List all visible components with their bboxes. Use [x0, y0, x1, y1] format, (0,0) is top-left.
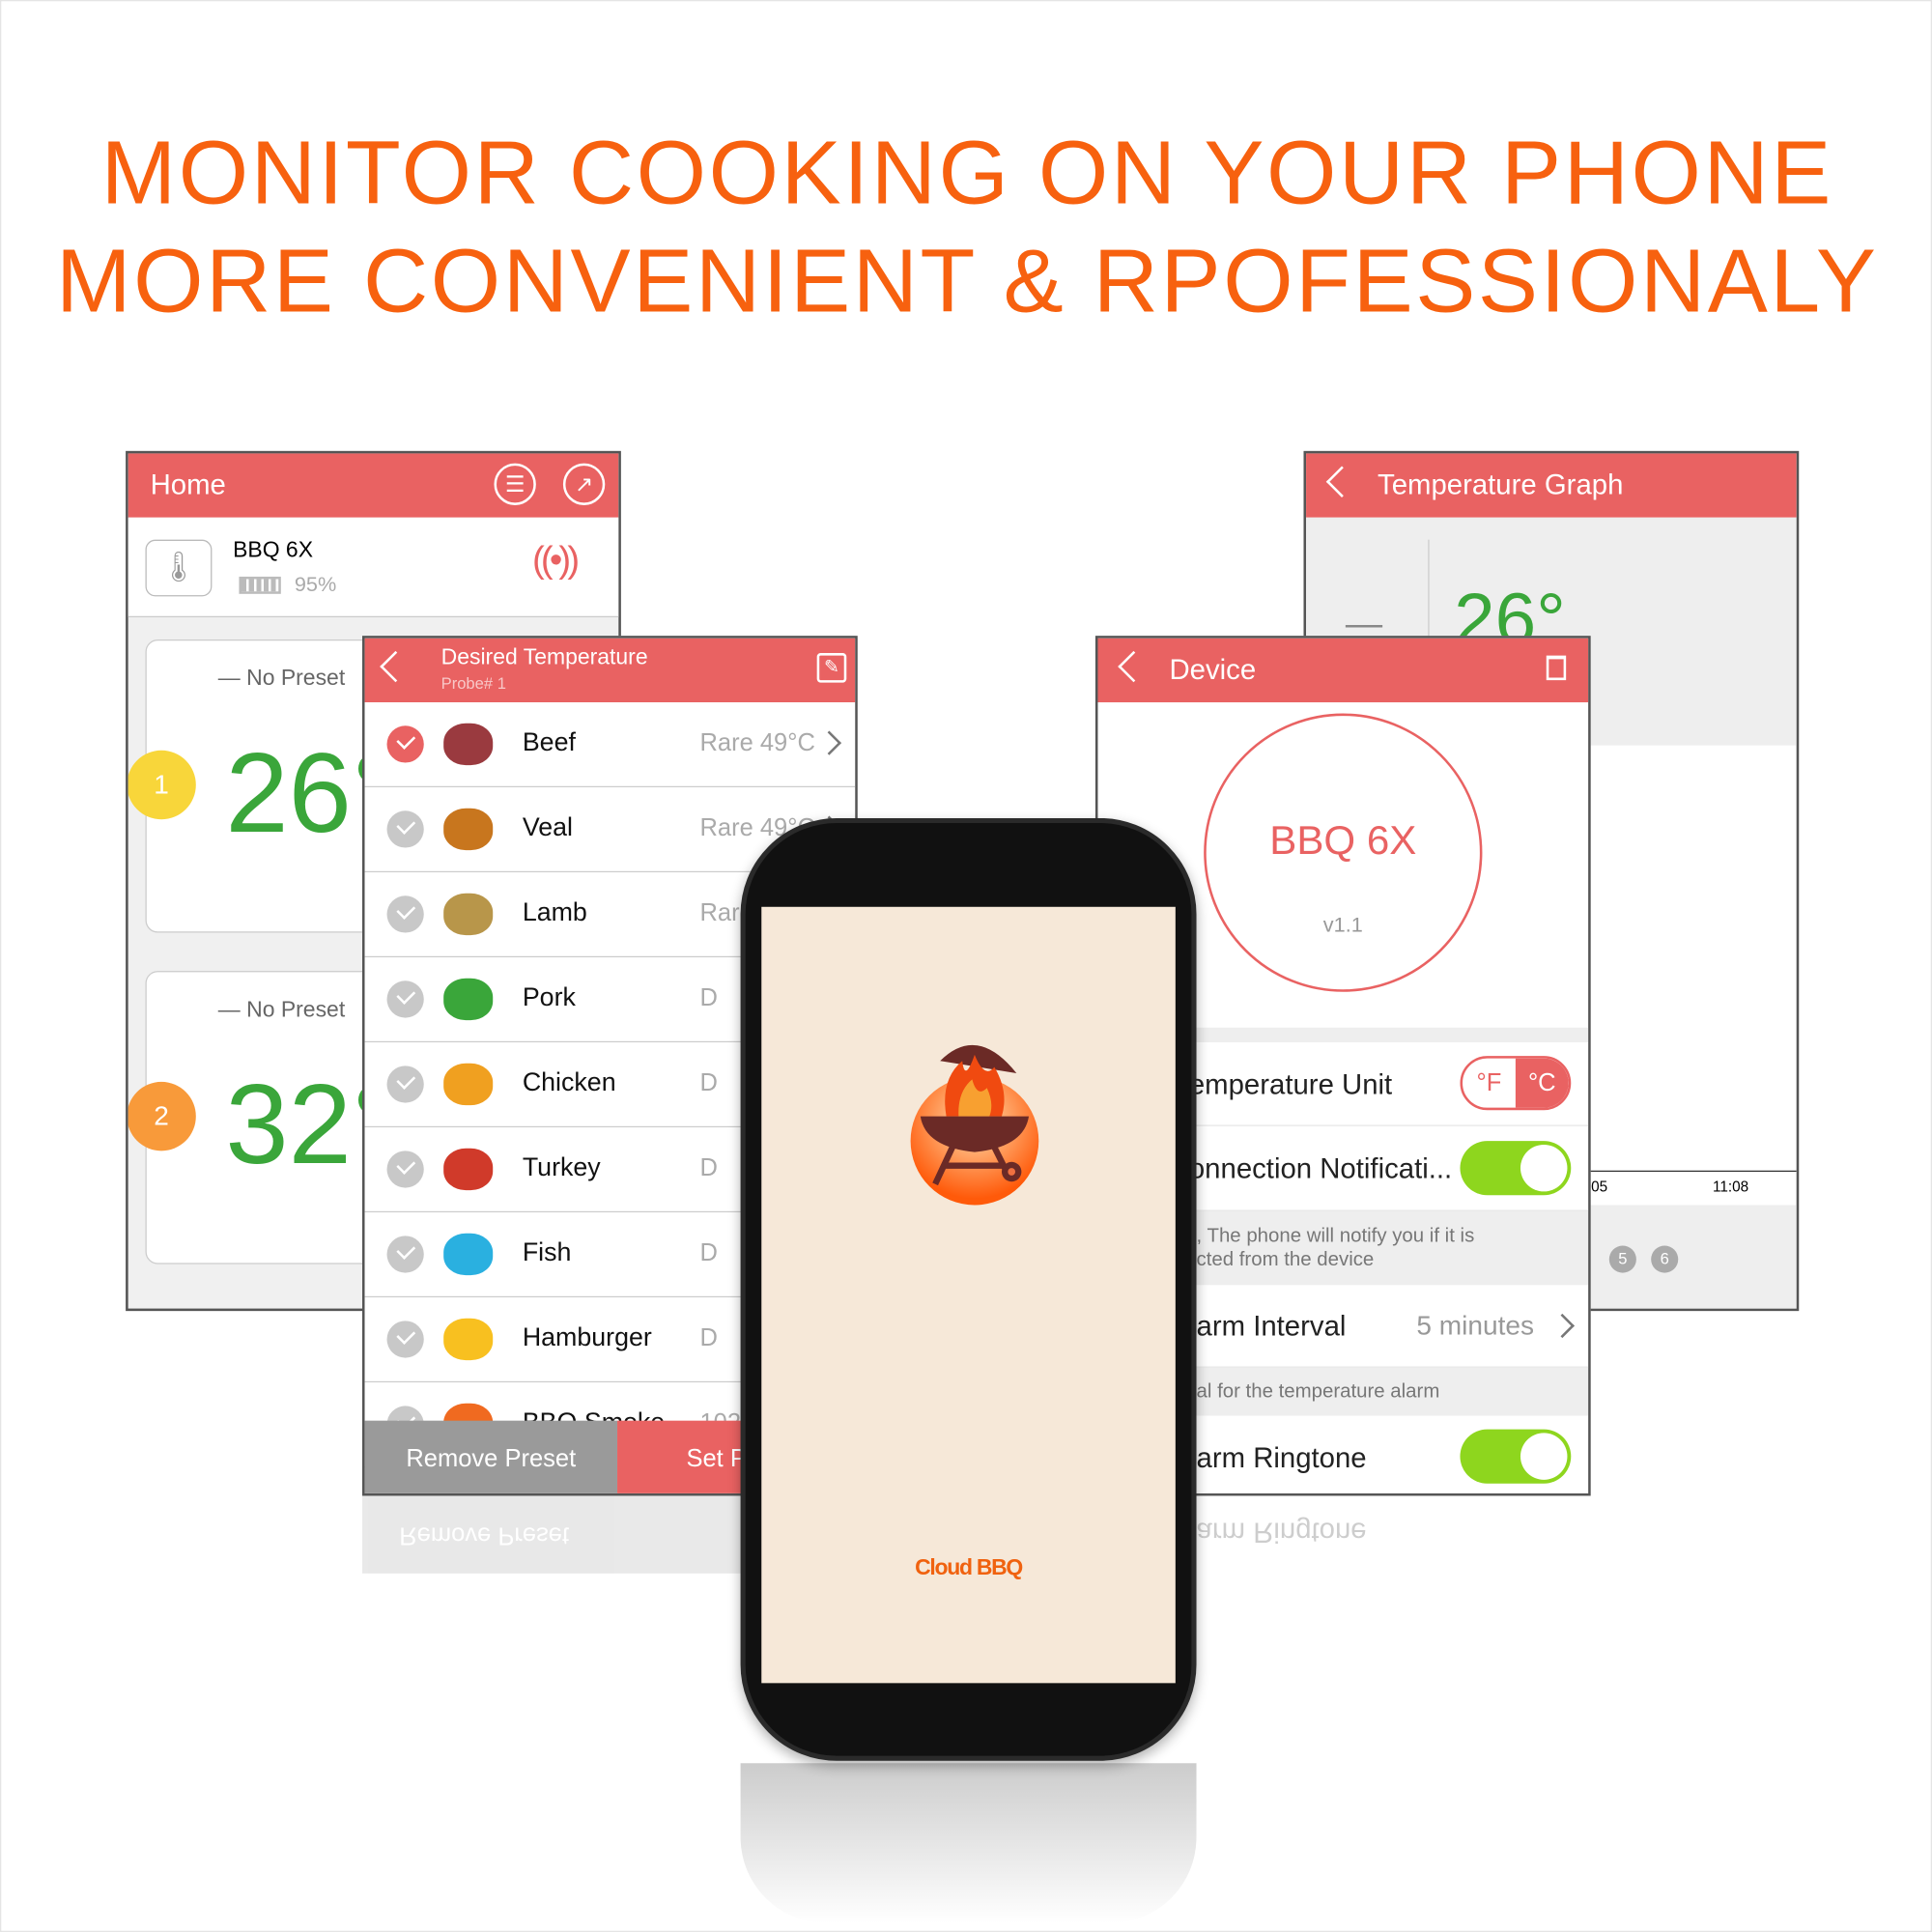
device-version: v1.1	[1322, 913, 1363, 937]
device-header: Device	[1097, 638, 1589, 703]
food-name: Lamb	[522, 897, 587, 927]
alarm-ringtone-label: arm Ringtone	[1196, 1441, 1367, 1474]
probe-badge: 2	[128, 1081, 196, 1151]
probe-badge: 1	[128, 750, 196, 820]
preset-text: No Preset	[246, 996, 346, 1022]
graph-title: Temperature Graph	[1378, 468, 1624, 500]
food-doneness: D	[699, 1239, 718, 1267]
desc-line: cted from the device	[1196, 1249, 1375, 1271]
desired-title: Desired Temperature	[440, 644, 648, 669]
device-name: BBQ 6X	[233, 537, 314, 562]
trash-icon[interactable]	[1546, 655, 1567, 681]
turkey-icon	[443, 1148, 494, 1191]
x-tick: 11:08	[1712, 1178, 1749, 1196]
alarm-interval-label: arm Interval	[1196, 1309, 1347, 1343]
probe-circle[interactable]: 6	[1651, 1245, 1679, 1273]
connection-toggle[interactable]	[1460, 1141, 1572, 1196]
headline-line-2: MORE CONVENIENT & RPOFESSIONALY	[56, 231, 1879, 332]
preset-text: No Preset	[246, 665, 346, 691]
ringtone-toggle[interactable]	[1460, 1429, 1572, 1484]
promo-canvas: MONITOR COOKING ON YOUR PHONE MORE CONVE…	[0, 0, 1932, 1932]
trend-chart-icon[interactable]: ↗	[562, 463, 606, 505]
device-circle: BBQ 6X v1.1	[1204, 713, 1483, 992]
unit-switch[interactable]: °F °C	[1460, 1056, 1572, 1111]
check-icon[interactable]	[386, 980, 424, 1018]
food-name: Chicken	[522, 1067, 616, 1097]
pork-icon	[443, 978, 494, 1021]
headline-line-1: MONITOR COOKING ON YOUR PHONE	[100, 123, 1833, 223]
food-doneness: D	[699, 1154, 718, 1182]
reflection-remove-preset: Remove Preset	[361, 1495, 741, 1574]
home-title: Home	[150, 468, 226, 500]
check-icon[interactable]	[386, 725, 424, 763]
check-icon[interactable]	[386, 1236, 424, 1273]
food-doneness: Rare 49°C	[699, 729, 815, 757]
brand-name: Cloud BBQ	[915, 1554, 1023, 1580]
device-name: BBQ 6X	[1269, 816, 1417, 863]
desc-line: , The phone will notify you if it is	[1196, 1226, 1475, 1247]
back-icon[interactable]	[380, 650, 412, 683]
back-icon[interactable]	[1325, 466, 1358, 497]
check-icon[interactable]	[386, 1065, 424, 1103]
food-name: Beef	[522, 727, 576, 757]
reflection-ringtone: arm Ringtone	[1196, 1517, 1367, 1549]
food-doneness: D	[699, 1324, 718, 1352]
hamburger-icon	[443, 1318, 494, 1361]
chevron-right-icon	[1549, 1313, 1575, 1339]
probe-preset: — No Preset	[217, 665, 346, 691]
fish-icon	[443, 1233, 494, 1276]
lamb-icon	[443, 893, 494, 936]
probe-circle[interactable]: 5	[1608, 1245, 1636, 1273]
battery-percent: 95%	[294, 573, 337, 597]
food-name: Turkey	[522, 1152, 601, 1182]
unit-f[interactable]: °F	[1463, 1059, 1516, 1108]
connection-label: onnection Notificati...	[1188, 1151, 1453, 1184]
food-name: Veal	[522, 812, 573, 842]
food-doneness: D	[699, 1069, 718, 1097]
check-icon[interactable]	[386, 1321, 424, 1358]
food-name: Fish	[522, 1237, 572, 1267]
check-icon[interactable]	[386, 810, 424, 848]
chicken-icon	[443, 1063, 494, 1106]
device-title: Device	[1169, 653, 1257, 686]
phone: Cloud BBQ	[740, 817, 1197, 1761]
back-icon[interactable]	[1118, 650, 1150, 683]
food-name: Pork	[522, 982, 576, 1012]
grill-logo-icon	[910, 1044, 1039, 1206]
list-icon[interactable]: ☰	[494, 463, 536, 505]
chevron-right-icon	[816, 730, 842, 755]
probe-preset: — No Preset	[217, 996, 346, 1022]
edit-icon[interactable]: ✎	[816, 653, 847, 683]
phone-reflection	[740, 1763, 1197, 1924]
desired-header: Desired Temperature Probe# 1 ✎	[364, 638, 856, 703]
check-icon[interactable]	[386, 1151, 424, 1188]
probe-subtitle: Probe# 1	[440, 673, 506, 693]
food-item-beef[interactable]: Beef Rare 49°C	[364, 702, 856, 788]
home-header: Home ☰ ↗	[128, 453, 619, 518]
temperature-unit-label: emperature Unit	[1188, 1067, 1393, 1101]
food-name: Hamburger	[522, 1322, 652, 1352]
unit-c[interactable]: °C	[1515, 1058, 1569, 1108]
device-row[interactable]: 🌡 BBQ 6X 95% ((•))	[128, 517, 619, 618]
splash-screen: Cloud BBQ	[761, 906, 1176, 1684]
thermometer-icon: 🌡	[145, 539, 213, 597]
veal-icon	[443, 808, 494, 851]
alarm-interval-value: 5 minutes	[1416, 1309, 1535, 1341]
food-doneness: D	[699, 984, 718, 1012]
desc-line: al for the temperature alarm	[1196, 1380, 1440, 1403]
check-icon[interactable]	[386, 895, 424, 933]
beef-icon	[443, 723, 494, 766]
signal-icon: ((•))	[532, 539, 580, 581]
battery-icon	[239, 576, 281, 594]
graph-header: Temperature Graph	[1306, 453, 1797, 518]
remove-preset-button[interactable]: Remove Preset	[364, 1420, 618, 1493]
